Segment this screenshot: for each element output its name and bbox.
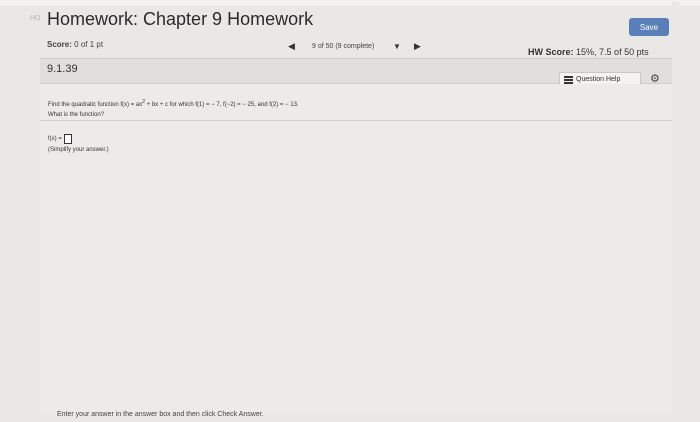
question-progress-status[interactable]: 9 of 50 (9 complete) (312, 43, 374, 50)
answer-input[interactable] (63, 134, 72, 144)
answer-label: f(x) = (48, 136, 62, 142)
corner-text: He (672, 2, 680, 8)
question-number: 9.1.39 (47, 63, 78, 75)
question-prompt: What is the function? (48, 112, 105, 118)
list-icon (564, 75, 573, 84)
next-question-icon[interactable]: ▶ (414, 41, 421, 52)
footer-instruction: Enter your answer in the answer box and … (57, 411, 264, 418)
score-label: Score: (47, 40, 72, 49)
hw-score-label: HW Score: (528, 47, 574, 57)
top-strip (0, 0, 700, 6)
question-help-label: Question Help (576, 76, 621, 83)
homework-tag: HO (30, 15, 41, 22)
question-text: Find the quadratic function f(x) = ax2 +… (48, 99, 299, 108)
previous-question-icon[interactable]: ◀ (288, 41, 295, 52)
question-list-dropdown-icon[interactable]: ▼ (393, 42, 401, 51)
score-value: 0 of 1 pt (74, 40, 104, 49)
page-title: Homework: Chapter 9 Homework (47, 9, 314, 29)
hw-score-value: 15%, 7.5 of 50 pts (576, 47, 649, 57)
question-content-area (40, 84, 672, 414)
score-display: Score: 0 of 1 pt (47, 40, 103, 49)
answer-hint: (Simplify your answer.) (48, 147, 109, 153)
homework-score: HW Score: 15%, 7.5 of 50 pts (528, 47, 649, 57)
save-button[interactable]: Save (629, 18, 669, 36)
answer-row: f(x) = (48, 134, 72, 144)
question-text-start: Find the quadratic function f(x) = ax (48, 102, 143, 108)
question-text-end: + bx + c for which f(1) = − 7, f(−2) = −… (145, 102, 299, 108)
question-divider (40, 120, 672, 121)
